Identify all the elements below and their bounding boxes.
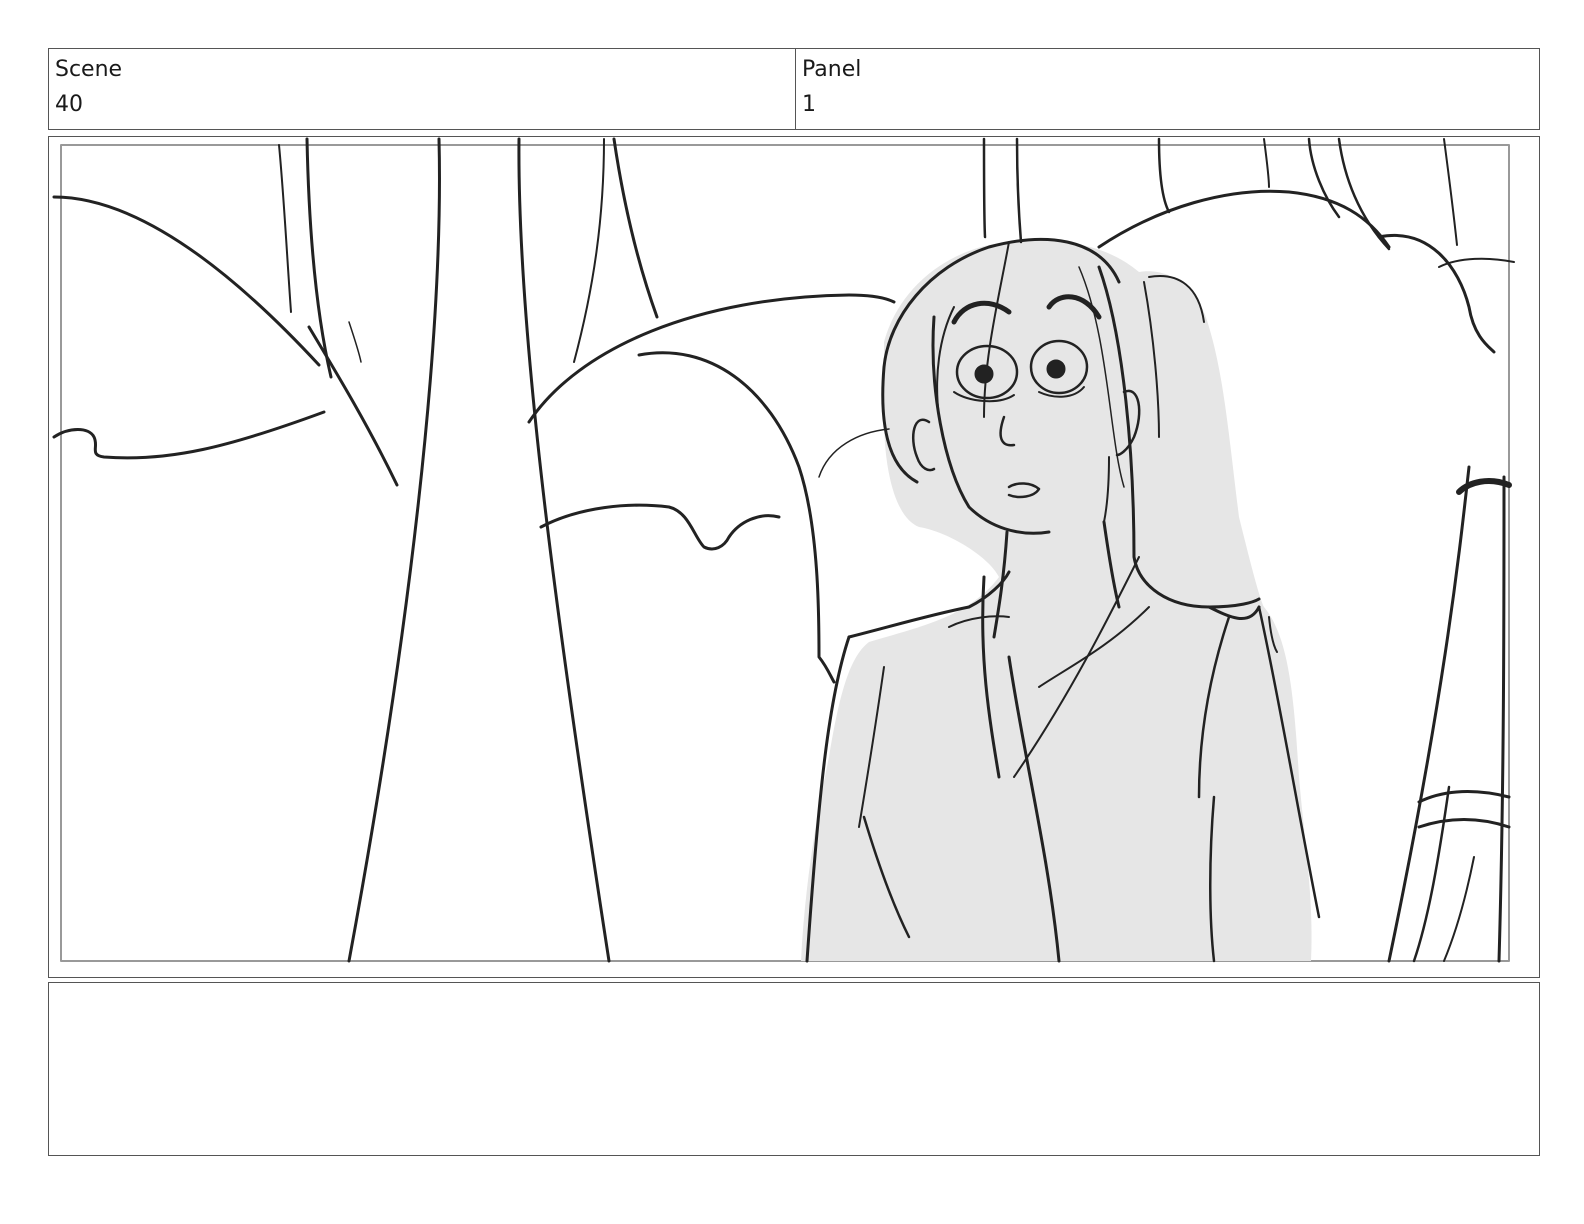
storyboard-panel-frame <box>48 136 1540 978</box>
scene-cell: Scene 40 <box>49 49 796 129</box>
panel-number[interactable]: 1 <box>802 92 1533 118</box>
panel-sketch <box>52 137 1515 963</box>
scene-number[interactable]: 40 <box>55 92 789 118</box>
notes-box[interactable] <box>48 982 1540 1156</box>
character-fill <box>801 240 1312 961</box>
storyboard-header: Scene 40 Panel 1 <box>48 48 1540 130</box>
panel-label: Panel <box>802 57 862 82</box>
panel-cell: Panel 1 <box>796 49 1539 129</box>
scene-label: Scene <box>55 57 123 82</box>
